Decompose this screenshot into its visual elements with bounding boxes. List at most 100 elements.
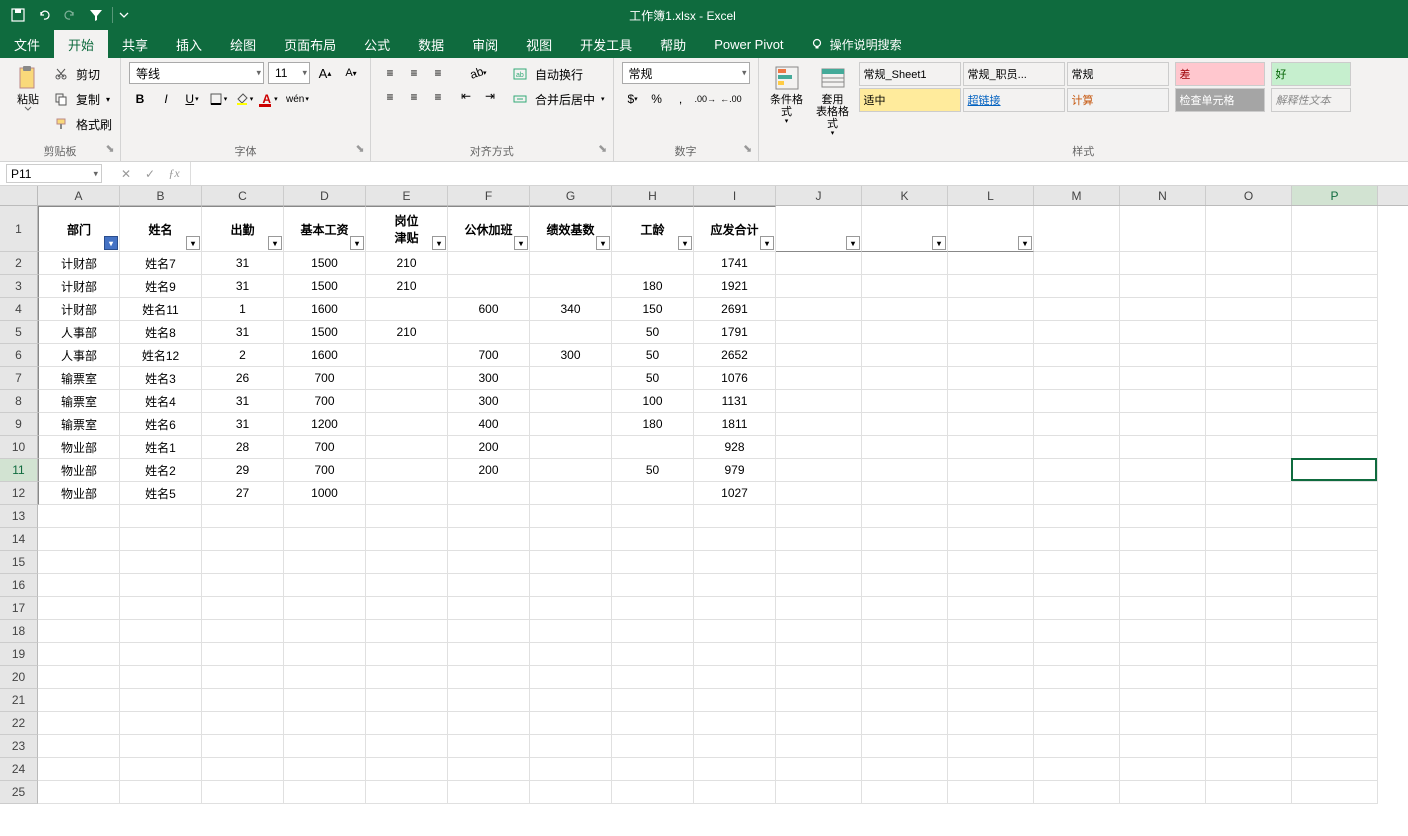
data-cell[interactable] [776, 574, 862, 597]
data-cell[interactable] [948, 597, 1034, 620]
data-cell[interactable] [612, 643, 694, 666]
tab-file[interactable]: 文件 [0, 30, 54, 58]
border-button[interactable]: ▾ [207, 88, 229, 110]
data-cell[interactable] [1206, 666, 1292, 689]
data-cell[interactable] [1206, 344, 1292, 367]
data-cell[interactable] [1034, 643, 1120, 666]
data-cell[interactable] [284, 551, 366, 574]
data-cell[interactable] [776, 344, 862, 367]
style-normal-staff[interactable]: 常规_职员... [963, 62, 1065, 86]
data-cell[interactable]: 1027 [694, 482, 776, 505]
data-cell[interactable] [612, 551, 694, 574]
data-cell[interactable] [1034, 735, 1120, 758]
data-cell[interactable] [862, 528, 948, 551]
data-cell[interactable] [948, 689, 1034, 712]
data-cell[interactable]: 28 [202, 436, 284, 459]
data-cell[interactable] [448, 712, 530, 735]
data-cell[interactable] [284, 505, 366, 528]
data-cell[interactable] [366, 505, 448, 528]
data-cell[interactable] [1120, 275, 1206, 298]
data-cell[interactable]: 340 [530, 298, 612, 321]
select-all-corner[interactable] [0, 186, 38, 205]
data-cell[interactable] [1292, 321, 1378, 344]
fill-color-button[interactable]: ▾ [233, 88, 255, 110]
data-cell[interactable]: 210 [366, 252, 448, 275]
data-cell[interactable] [530, 551, 612, 574]
data-cell[interactable] [120, 758, 202, 781]
data-cell[interactable] [38, 620, 120, 643]
data-cell[interactable]: 400 [448, 413, 530, 436]
data-cell[interactable] [120, 528, 202, 551]
data-cell[interactable] [776, 712, 862, 735]
row-header-4[interactable]: 4 [0, 298, 38, 321]
data-cell[interactable] [448, 252, 530, 275]
paste-button[interactable]: 粘贴 [8, 62, 48, 114]
data-cell[interactable]: 1741 [694, 252, 776, 275]
data-cell[interactable] [612, 528, 694, 551]
data-cell[interactable]: 1811 [694, 413, 776, 436]
data-cell[interactable]: 600 [448, 298, 530, 321]
data-cell[interactable] [1034, 252, 1120, 275]
data-cell[interactable]: 1600 [284, 298, 366, 321]
data-cell[interactable] [530, 252, 612, 275]
data-cell[interactable] [776, 597, 862, 620]
data-cell[interactable] [1206, 689, 1292, 712]
column-header-A[interactable]: A [38, 186, 120, 205]
data-cell[interactable] [1120, 551, 1206, 574]
data-cell[interactable] [862, 643, 948, 666]
data-cell[interactable] [694, 620, 776, 643]
data-cell[interactable] [120, 551, 202, 574]
data-cell[interactable] [1034, 712, 1120, 735]
data-cell[interactable] [366, 781, 448, 804]
data-cell[interactable] [38, 643, 120, 666]
data-cell[interactable] [694, 758, 776, 781]
save-button[interactable] [6, 3, 30, 27]
data-cell[interactable] [694, 597, 776, 620]
tab-share[interactable]: 共享 [108, 30, 162, 58]
data-cell[interactable] [1034, 620, 1120, 643]
data-cell[interactable] [1292, 482, 1378, 505]
data-cell[interactable]: 计财部 [38, 252, 120, 275]
qat-customize-button[interactable] [117, 3, 131, 27]
data-cell[interactable] [862, 758, 948, 781]
data-cell[interactable] [1120, 689, 1206, 712]
tab-formulas[interactable]: 公式 [350, 30, 404, 58]
data-cell[interactable]: 1500 [284, 252, 366, 275]
row-header-14[interactable]: 14 [0, 528, 38, 551]
data-cell[interactable] [1292, 574, 1378, 597]
data-cell[interactable]: 姓名11 [120, 298, 202, 321]
header-cell[interactable]: 应发合计▾ [694, 206, 776, 252]
number-format-select[interactable]: 常规▾ [622, 62, 750, 84]
data-cell[interactable]: 姓名6 [120, 413, 202, 436]
data-cell[interactable]: 180 [612, 275, 694, 298]
data-cell[interactable] [1120, 643, 1206, 666]
data-cell[interactable] [776, 482, 862, 505]
data-cell[interactable] [1206, 758, 1292, 781]
data-cell[interactable] [1034, 344, 1120, 367]
data-cell[interactable] [1120, 505, 1206, 528]
tell-me-search[interactable]: 操作说明搜索 [798, 30, 914, 58]
data-cell[interactable] [862, 413, 948, 436]
data-cell[interactable] [530, 459, 612, 482]
data-cell[interactable] [284, 689, 366, 712]
undo-button[interactable] [32, 3, 56, 27]
data-cell[interactable]: 150 [612, 298, 694, 321]
data-cell[interactable] [38, 712, 120, 735]
data-cell[interactable] [1120, 758, 1206, 781]
data-cell[interactable] [120, 643, 202, 666]
insert-function-button[interactable]: ƒx [162, 164, 186, 184]
data-cell[interactable] [448, 643, 530, 666]
row-header-17[interactable]: 17 [0, 597, 38, 620]
column-header-F[interactable]: F [448, 186, 530, 205]
data-cell[interactable] [530, 620, 612, 643]
data-cell[interactable] [1034, 689, 1120, 712]
data-cell[interactable] [284, 712, 366, 735]
data-cell[interactable] [120, 505, 202, 528]
row-header-18[interactable]: 18 [0, 620, 38, 643]
data-cell[interactable] [612, 252, 694, 275]
data-cell[interactable] [862, 574, 948, 597]
data-cell[interactable]: 1076 [694, 367, 776, 390]
data-cell[interactable] [862, 551, 948, 574]
data-cell[interactable] [948, 459, 1034, 482]
decrease-indent-button[interactable]: ⇤ [455, 85, 477, 107]
